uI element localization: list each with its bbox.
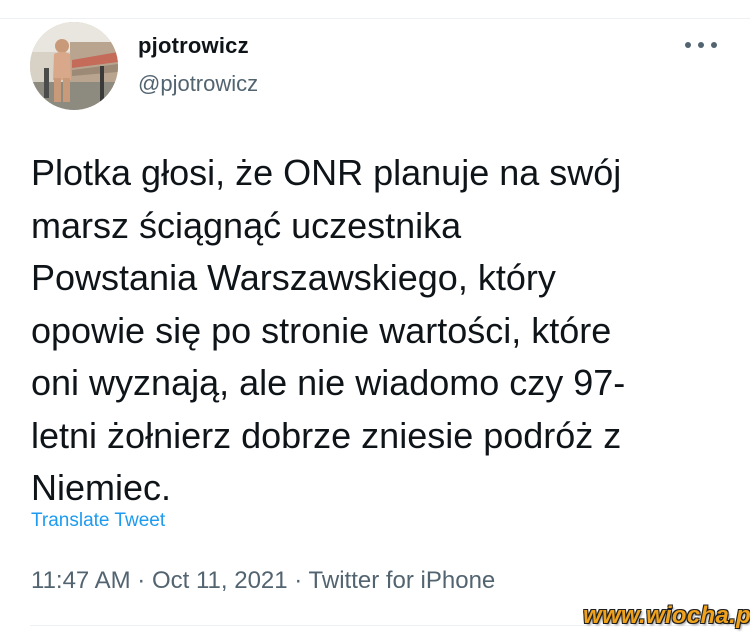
tweet-date[interactable]: Oct 11, 2021 <box>152 567 288 594</box>
avatar-photo <box>30 22 118 110</box>
more-options-icon[interactable] <box>682 38 720 52</box>
tweet-source: Twitter for iPhone <box>308 567 496 594</box>
tweet-text: Plotka głosi, że ONR planuje na swój mar… <box>31 152 626 508</box>
meta-separator: · <box>294 567 303 594</box>
avatar[interactable] <box>30 22 118 110</box>
meta-separator: · <box>137 567 146 594</box>
tweet-metadata: 11:47 AM · Oct 11, 2021 · Twitter for iP… <box>31 567 495 595</box>
display-name[interactable]: pjotrowicz <box>138 33 249 59</box>
tweet-time[interactable]: 11:47 AM <box>31 567 131 594</box>
translate-tweet-link[interactable]: Translate Tweet <box>31 510 165 532</box>
watermark: www.wiocha.pl <box>583 602 750 629</box>
user-handle[interactable]: @pjotrowicz <box>138 71 258 97</box>
top-divider <box>0 18 750 19</box>
